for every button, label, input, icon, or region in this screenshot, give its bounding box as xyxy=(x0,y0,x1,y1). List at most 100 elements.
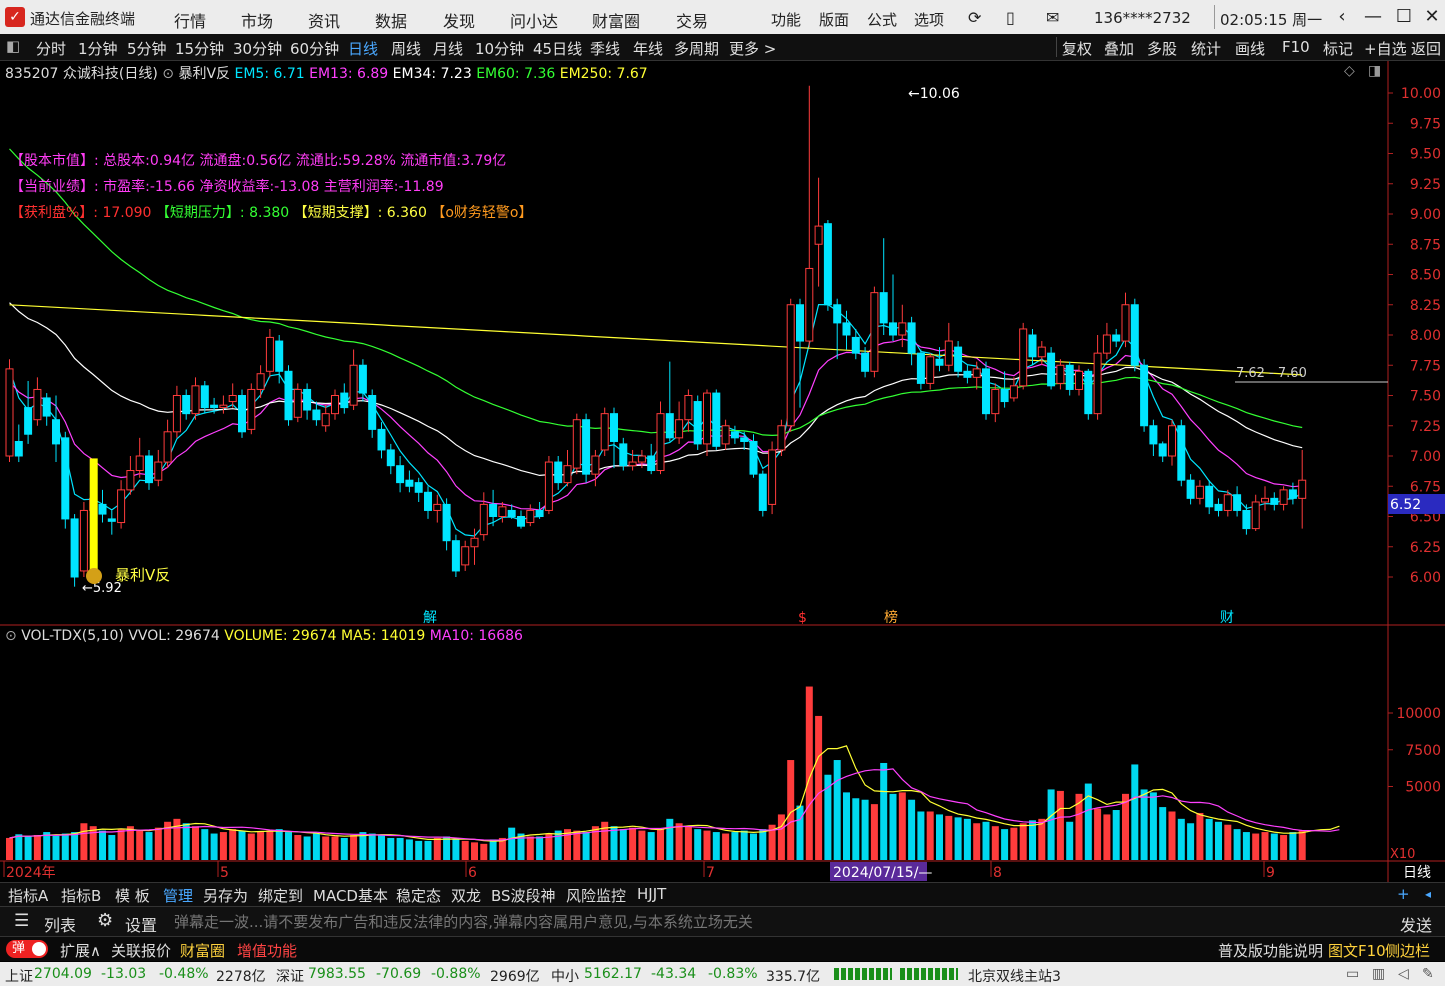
tool-icon[interactable]: ✎ xyxy=(1422,966,1434,982)
period-1min[interactable]: 1分钟 xyxy=(78,38,118,59)
menu-gongneng[interactable]: 功能 xyxy=(771,9,801,30)
candle-down xyxy=(889,322,897,336)
period-yearly[interactable]: 年线 xyxy=(633,38,663,59)
menu-xuanxiang[interactable]: 选项 xyxy=(914,9,944,30)
mail-icon[interactable]: ✉ xyxy=(1046,8,1059,27)
menu-wenxiaoda[interactable]: 问小达 xyxy=(510,8,558,32)
menu-gongshi[interactable]: 公式 xyxy=(867,9,897,30)
candle-down xyxy=(740,437,749,442)
period-more[interactable]: 更多 > xyxy=(729,38,776,59)
indicator-toggle-icon[interactable]: ⊙ xyxy=(162,66,174,82)
version-info-button[interactable]: 普及版功能说明 xyxy=(1218,940,1323,961)
tab-guanli[interactable]: 管理 xyxy=(163,885,193,906)
period-5min[interactable]: 5分钟 xyxy=(127,38,167,59)
account-id[interactable]: 136****2732 xyxy=(1094,9,1191,27)
expand-button[interactable]: 扩展∧ xyxy=(60,940,101,961)
tool-duogu[interactable]: 多股 xyxy=(1147,38,1177,59)
period-60min[interactable]: 60分钟 xyxy=(290,38,339,59)
phone-icon[interactable]: ▯ xyxy=(1006,8,1015,27)
value-add-button[interactable]: 增值功能 xyxy=(237,940,297,961)
panel-toggle-icon[interactable]: ◧ xyxy=(6,37,20,55)
menu-banmian[interactable]: 版面 xyxy=(819,9,849,30)
vol-toggle-icon[interactable]: ⊙ xyxy=(5,628,17,644)
list-button[interactable]: 列表 xyxy=(44,912,76,936)
period-30min[interactable]: 30分钟 xyxy=(233,38,282,59)
period-10min[interactable]: 10分钟 xyxy=(475,38,524,59)
period-quarter[interactable]: 季线 xyxy=(590,38,620,59)
tool-huaxian[interactable]: 画线 xyxy=(1235,38,1265,59)
menu-caifuquan[interactable]: 财富圈 xyxy=(592,8,640,32)
vol-indicator-name[interactable]: VOL-TDX(5,10) xyxy=(21,628,124,644)
minimize-icon[interactable]: — xyxy=(1360,4,1386,30)
tab-lingcunwei[interactable]: 另存为 xyxy=(203,885,248,906)
period-15min[interactable]: 15分钟 xyxy=(175,38,224,59)
gear-icon[interactable]: ⚙ xyxy=(97,910,113,931)
sz-name[interactable]: 深证 xyxy=(276,966,304,986)
danmu-input[interactable] xyxy=(172,909,1376,935)
period-fenshi[interactable]: 分时 xyxy=(36,38,66,59)
vol-unit-label: X10 xyxy=(1390,847,1415,862)
tab-zhibiao-b[interactable]: 指标B xyxy=(61,885,101,906)
sh-name[interactable]: 上证 xyxy=(5,966,33,986)
candle-down xyxy=(963,370,972,378)
send-button[interactable]: 发送 xyxy=(1400,912,1432,936)
maximize-icon[interactable]: ☐ xyxy=(1391,4,1417,30)
sidebar-button[interactable]: 侧边栏 xyxy=(1385,940,1430,961)
candle-down xyxy=(1130,304,1139,366)
refresh-icon[interactable]: ⟳ xyxy=(968,8,981,27)
related-quote-button[interactable]: 关联报价 xyxy=(111,940,171,961)
tab-zhibiao-a[interactable]: 指标A xyxy=(8,885,48,906)
tool-biaoji[interactable]: 标记 xyxy=(1323,38,1353,59)
menu-faxian[interactable]: 发现 xyxy=(443,8,475,32)
period-weekly[interactable]: 周线 xyxy=(391,38,421,59)
menu-hangqing[interactable]: 行情 xyxy=(174,8,206,32)
volume-bar xyxy=(61,833,69,860)
menu-shuju[interactable]: 数据 xyxy=(375,8,407,32)
period-monthly[interactable]: 月线 xyxy=(433,38,463,59)
list-icon[interactable]: ☰ xyxy=(14,911,29,931)
wealth-circle-button[interactable]: 财富圈 xyxy=(180,940,225,961)
app-name: 通达信金融终端 xyxy=(30,10,136,28)
tab-hjjt[interactable]: HJJT xyxy=(637,885,666,903)
volume-bar xyxy=(1252,833,1260,860)
volume-bar xyxy=(703,830,711,860)
tool-zixuan[interactable]: +自选 xyxy=(1364,38,1407,59)
tool-diejia[interactable]: 叠加 xyxy=(1104,38,1134,59)
menu-jiaoyi[interactable]: 交易 xyxy=(676,8,708,32)
add-icon[interactable]: + xyxy=(1397,885,1410,903)
period-multi[interactable]: 多周期 xyxy=(674,38,719,59)
period-daily[interactable]: 日线 xyxy=(348,38,378,59)
arrow-icon[interactable]: ◂ xyxy=(1425,887,1431,901)
candle-up xyxy=(1056,364,1065,384)
chart-icon[interactable]: ▥ xyxy=(1372,966,1385,982)
date-label: 7 xyxy=(706,865,715,881)
tab-bangdingdao[interactable]: 绑定到 xyxy=(258,885,303,906)
server-name[interactable]: 北京双线主站3 xyxy=(968,966,1061,986)
danmu-toggle[interactable]: 弹 xyxy=(6,940,48,958)
close-icon[interactable]: ✕ xyxy=(1419,4,1445,30)
settings-button[interactable]: 设置 xyxy=(125,912,157,936)
indicator-name[interactable]: 暴利V反 xyxy=(178,66,230,82)
tab-bs[interactable]: BS波段神 xyxy=(491,885,556,906)
period-45day[interactable]: 45日线 xyxy=(533,38,582,59)
candle-down xyxy=(340,392,349,409)
sound-icon[interactable]: ◁ xyxy=(1398,966,1409,982)
window-icon[interactable]: ▭ xyxy=(1346,966,1359,982)
back-icon[interactable]: ‹ xyxy=(1329,4,1355,30)
tab-fengxian[interactable]: 风险监控 xyxy=(566,885,626,906)
menu-zixun[interactable]: 资讯 xyxy=(308,8,340,32)
tool-fanhui[interactable]: 返回 xyxy=(1411,38,1441,59)
tab-shuanglong[interactable]: 双龙 xyxy=(451,885,481,906)
tool-fuquan[interactable]: 复权 xyxy=(1062,38,1092,59)
tool-f10[interactable]: F10 xyxy=(1282,38,1310,56)
menu-shichang[interactable]: 市场 xyxy=(241,8,273,32)
f10-button[interactable]: 图文F10 xyxy=(1328,940,1386,961)
app-logo-icon: ✓ xyxy=(5,7,25,27)
diamond-icon[interactable]: ◇ xyxy=(1344,63,1355,79)
zx-name[interactable]: 中小 xyxy=(551,966,579,986)
tab-moban[interactable]: 模 板 xyxy=(115,885,150,906)
tab-macd[interactable]: MACD基本 xyxy=(313,885,388,906)
tab-wendingtai[interactable]: 稳定态 xyxy=(396,885,441,906)
layout-icon[interactable]: ◨ xyxy=(1368,63,1381,79)
tool-tongji[interactable]: 统计 xyxy=(1191,38,1221,59)
